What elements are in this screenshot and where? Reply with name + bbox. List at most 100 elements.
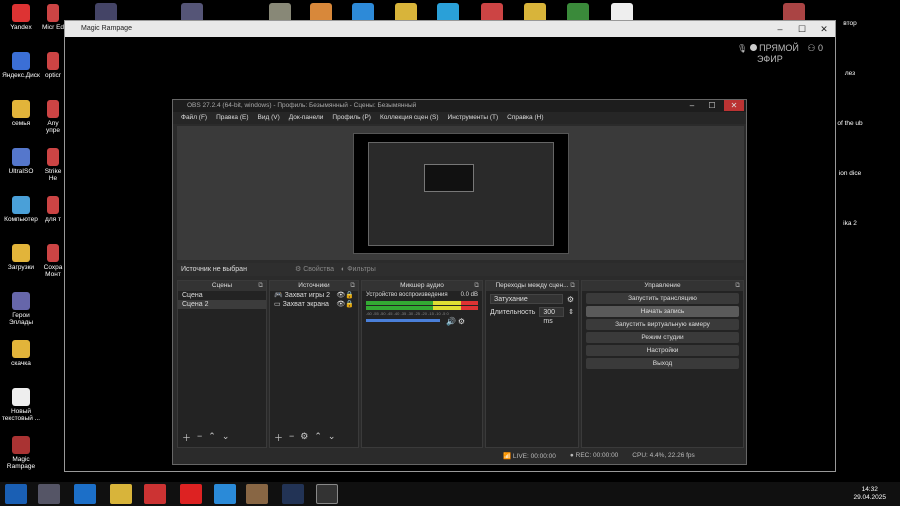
minimize-button[interactable]: – [682, 100, 702, 111]
desktop-icon[interactable]: Компьютер [0, 196, 42, 223]
menu-item[interactable]: Вид (V) [258, 112, 280, 124]
scene-item[interactable]: Сцена 2 [178, 300, 266, 309]
close-button[interactable]: ✕ [813, 21, 835, 37]
desktop-icon[interactable]: Новый текстовый ... [0, 388, 42, 422]
close-button[interactable]: ✕ [724, 100, 744, 111]
status-bar: 📶 LIVE: 00:00:00 ● REC: 00:00:00 CPU: 4.… [503, 452, 695, 460]
pin-icon[interactable]: ⧉ [570, 281, 575, 291]
pin-icon[interactable]: ⧉ [474, 281, 479, 291]
eye-icon[interactable]: 👁🔒 [336, 291, 354, 300]
duration-input[interactable]: 300 ms [539, 307, 565, 325]
stepper-icon[interactable]: ⇕ [568, 308, 574, 316]
scene-item[interactable]: Сцена [178, 291, 266, 300]
properties-button[interactable]: ⚙ Свойства [295, 263, 334, 276]
desktop-icon[interactable]: Micr Ed [40, 4, 66, 31]
menu-item[interactable]: Справка (H) [507, 112, 543, 124]
desktop-icon[interactable]: Яндекс.Диск [0, 52, 42, 79]
up-icon[interactable]: ⌃ [208, 431, 216, 444]
desktop-icon[interactable]: ion dice [836, 170, 864, 177]
controls-dock: Управление ⧉ Запустить трансляцию Начать … [581, 280, 744, 448]
add-icon[interactable]: ＋ [274, 431, 283, 444]
menu-item[interactable]: Инструменты (T) [448, 112, 499, 124]
preview-canvas[interactable] [177, 126, 744, 260]
transition-select[interactable]: Затухание [490, 294, 563, 304]
mixer-channel: Устройство воспроизведения 0.0 dB [362, 291, 482, 300]
rec-timer: ● REC: 00:00:00 [569, 452, 619, 459]
start-button[interactable] [5, 484, 27, 504]
add-icon[interactable]: ＋ [182, 431, 191, 444]
desktop-icon-label: ika 2 [843, 220, 857, 227]
filters-button[interactable]: ◐ Фильтры [341, 263, 376, 276]
pin-icon[interactable]: ⧉ [258, 281, 263, 291]
down-icon[interactable]: ⌄ [328, 431, 336, 444]
desktop-icon[interactable]: скачка [0, 340, 42, 367]
minimize-button[interactable]: – [769, 21, 791, 37]
app-icon [12, 292, 30, 310]
desktop-icon[interactable]: для т [40, 196, 66, 223]
desktop-icon[interactable]: of the ub [836, 120, 864, 127]
menu-item[interactable]: Профиль (P) [332, 112, 371, 124]
desktop-icon[interactable]: Сохра Монт [40, 244, 66, 278]
volume-slider[interactable] [366, 319, 440, 322]
pin-icon[interactable]: ⧉ [735, 281, 740, 291]
dock-title: Микшер аудио [400, 282, 444, 289]
settings-button[interactable]: Настройки [586, 345, 739, 356]
taskbar-app[interactable] [214, 484, 236, 504]
start-streaming-button[interactable]: Запустить трансляцию [586, 293, 739, 304]
taskbar-app[interactable] [180, 484, 202, 504]
up-icon[interactable]: ⌃ [314, 431, 322, 444]
source-item[interactable]: 🎮 Захват игры 2 👁🔒 [270, 291, 358, 300]
desktop-icon[interactable]: лез [836, 70, 864, 77]
start-recording-button[interactable]: Начать запись [586, 306, 739, 317]
menu-item[interactable]: Док-панели [289, 112, 324, 124]
app-icon [47, 148, 59, 166]
app-icon [12, 148, 30, 166]
desktop-icon[interactable]: втор [836, 20, 864, 27]
pin-icon[interactable]: ⧉ [350, 281, 355, 291]
source-item[interactable]: ▭ Захват экрана 👁🔒 [270, 300, 358, 309]
exit-button[interactable]: Выход [586, 358, 739, 369]
desktop-icon[interactable]: Strike He [40, 148, 66, 182]
menu-item[interactable]: Правка (E) [216, 112, 248, 124]
gear-icon[interactable]: ⚙ [567, 295, 574, 304]
taskbar-app[interactable] [316, 484, 338, 504]
remove-icon[interactable]: − [197, 431, 202, 444]
start-virtual-camera-button[interactable]: Запустить виртуальную камеру [586, 319, 739, 330]
remove-icon[interactable]: − [289, 431, 294, 444]
obs-titlebar[interactable]: OBS 27.2.4 (64-bit, windows) - Профиль: … [173, 100, 746, 112]
taskbar-app[interactable] [74, 484, 96, 504]
desktop-icon[interactable]: Magic Rampage [0, 436, 42, 470]
desktop-icon[interactable]: Герои Эллады [0, 292, 42, 326]
studio-mode-button[interactable]: Режим студии [586, 332, 739, 343]
down-icon[interactable]: ⌄ [222, 431, 230, 444]
desktop-icon[interactable]: Загрузки [0, 244, 42, 271]
desktop-icon[interactable]: opticr [40, 52, 66, 79]
app-icon [47, 196, 59, 214]
clock[interactable]: 14:32 29.04.2025 [853, 486, 886, 502]
source-label: Захват игры 2 [284, 292, 331, 299]
taskbar-app[interactable] [38, 484, 60, 504]
taskbar-app[interactable] [144, 484, 166, 504]
desktop-icon-label: семья [11, 120, 31, 127]
menu-item[interactable]: Файл (F) [181, 112, 207, 124]
taskbar-app[interactable] [246, 484, 268, 504]
desktop-icon[interactable]: UltraISO [0, 148, 42, 175]
sources-dock: Источники ⧉ 🎮 Захват игры 2 👁🔒 ▭ Захват эк… [269, 280, 359, 448]
eye-icon[interactable]: 👁🔒 [336, 300, 354, 309]
menu-item[interactable]: Коллекция сцен (S) [380, 112, 439, 124]
desktop-icon[interactable]: семья [0, 100, 42, 127]
obs-window[interactable]: OBS 27.2.4 (64-bit, windows) - Профиль: … [172, 99, 747, 465]
desktop-icon-label: скачка [11, 360, 31, 367]
desktop-icon[interactable]: ika 2 [836, 220, 864, 227]
taskbar-app[interactable] [282, 484, 304, 504]
taskbar-app[interactable] [110, 484, 132, 504]
viewers-icon: ⚇ [807, 43, 816, 53]
desktop-icon[interactable]: Any упре [40, 100, 66, 134]
speaker-icon[interactable]: 🔊 [446, 317, 456, 326]
desktop-icon[interactable]: Yandex [0, 4, 42, 31]
maximize-button[interactable]: ☐ [791, 21, 813, 37]
gear-icon[interactable]: ⚙ [458, 317, 465, 326]
window-titlebar[interactable]: Magic Rampage – ☐ ✕ [65, 21, 835, 37]
maximize-button[interactable]: ☐ [702, 100, 722, 111]
gear-icon[interactable]: ⚙ [300, 431, 308, 444]
